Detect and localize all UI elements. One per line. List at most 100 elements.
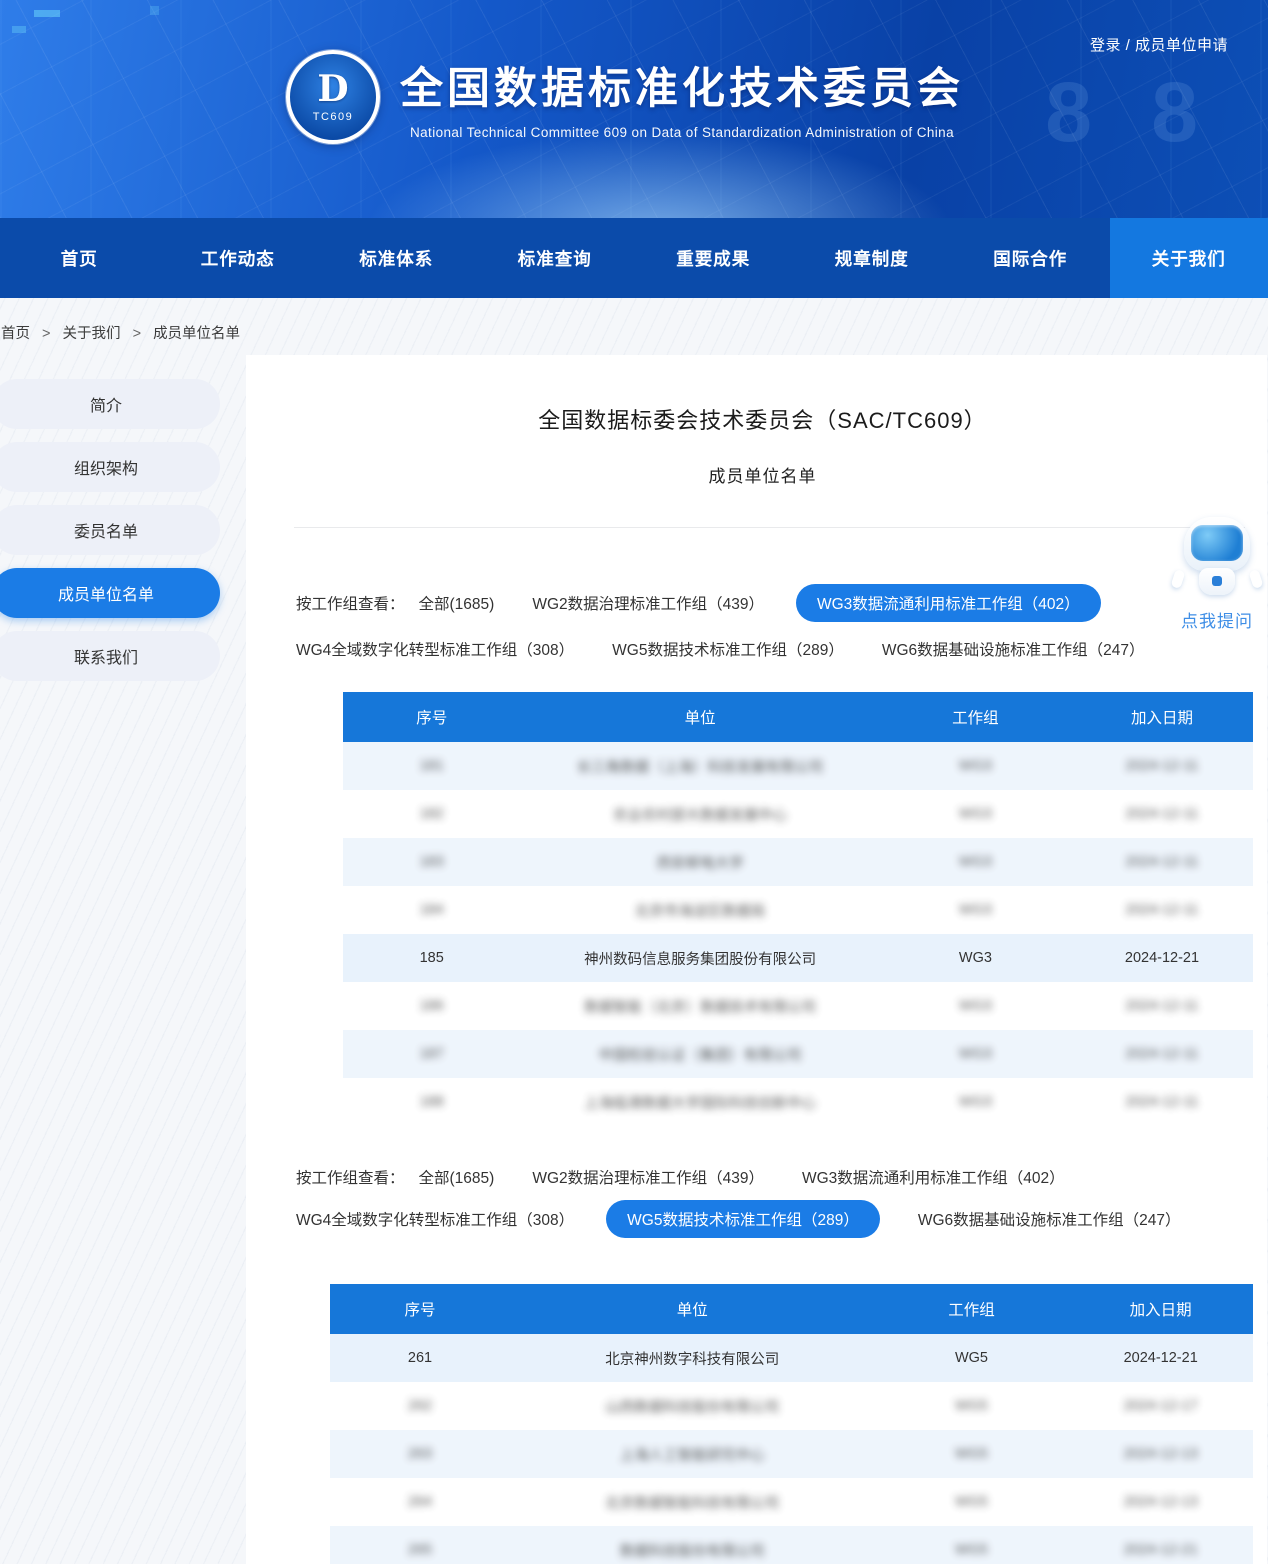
filter-wg3[interactable]: WG3数据流通利用标准工作组（402） — [802, 1166, 1065, 1188]
login-link[interactable]: 登录 / 成员单位申请 — [1090, 34, 1228, 55]
row-date: 2024-12-21 — [1068, 1542, 1253, 1558]
table-row: 181 长三角数据（上海）科技发展有限公司 WG3 2024-12-11 — [343, 742, 1253, 790]
row-date: 2024-12-13 — [1068, 1446, 1253, 1462]
mascot-badge — [1212, 576, 1222, 586]
row-org: 数据科技股份有限公司 — [510, 1540, 875, 1561]
col-workgroup: 工作组 — [875, 1298, 1069, 1320]
nav-item-home[interactable]: 首页 — [0, 218, 159, 298]
col-join-date: 加入日期 — [1071, 706, 1253, 728]
breadcrumb-home[interactable]: 首页 — [1, 326, 30, 342]
nav-item-standard-system[interactable]: 标准体系 — [317, 218, 476, 298]
nav-item-regulations[interactable]: 规章制度 — [793, 218, 952, 298]
filter-wg6[interactable]: WG6数据基础设施标准工作组（247） — [918, 1208, 1181, 1230]
row-org: 上海人工智能研究中心 — [510, 1444, 875, 1465]
row-date: 2024-12-11 — [1071, 854, 1253, 870]
table-header: 序号 单位 工作组 加入日期 — [343, 692, 1253, 742]
row-date: 2024-12-11 — [1071, 1094, 1253, 1110]
filter-wg3-active[interactable]: WG3数据流通利用标准工作组（402） — [796, 584, 1101, 622]
row-org: 西安邮电大学 — [520, 852, 879, 873]
row-date: 2024-12-17 — [1068, 1398, 1253, 1414]
row-date: 2024-12-11 — [1071, 998, 1253, 1014]
filter-group-label: 按工作组查看： — [296, 1166, 405, 1188]
assistant-label[interactable]: 点我提问 — [1175, 607, 1259, 632]
row-date: 2024-12-11 — [1071, 902, 1253, 918]
table-row: 263 上海人工智能研究中心 WG5 2024-12-13 — [330, 1430, 1253, 1478]
row-date: 2024-12-11 — [1071, 806, 1253, 822]
filter-bar-wg5: 按工作组查看： 全部(1685) WG2数据治理标准工作组（439） WG3数据… — [296, 1166, 1253, 1188]
sidebar-item-member-units[interactable]: 成员单位名单 — [0, 568, 220, 618]
filter-wg2[interactable]: WG2数据治理标准工作组（439） — [532, 1166, 764, 1188]
filter-bar-wg5-row2: WG4全域数字化转型标准工作组（308） WG5数据技术标准工作组（289） W… — [296, 1200, 1253, 1238]
site-logo[interactable]: D TC609 — [286, 50, 380, 144]
filter-all[interactable]: 全部(1685) — [419, 1166, 495, 1188]
row-org: 北京数据智能科技有限公司 — [510, 1492, 875, 1513]
member-table-wg3: 序号 单位 工作组 加入日期 181 长三角数据（上海）科技发展有限公司 WG3… — [343, 692, 1253, 1126]
filter-group-label: 按工作组查看： — [296, 592, 405, 614]
nav-item-work-news[interactable]: 工作动态 — [159, 218, 318, 298]
nav-item-about-us[interactable]: 关于我们 — [1110, 218, 1268, 298]
row-date: 2024-12-21 — [1071, 950, 1253, 966]
assistant-widget[interactable]: 点我提问 — [1175, 517, 1259, 632]
row-wg: WG5 — [875, 1494, 1069, 1510]
row-no: 184 — [343, 902, 520, 918]
assistant-mascot-icon[interactable] — [1183, 517, 1251, 595]
breadcrumb-separator: > — [133, 326, 141, 342]
filter-bar-wg3-row2: WG4全域数字化转型标准工作组（308） WG5数据技术标准工作组（289） W… — [296, 638, 1253, 660]
row-no: 183 — [343, 854, 520, 870]
row-wg: WG3 — [880, 758, 1071, 774]
row-wg: WG3 — [880, 806, 1071, 822]
col-organization: 单位 — [520, 706, 879, 728]
nav-item-standard-search[interactable]: 标准查询 — [476, 218, 635, 298]
filter-wg4[interactable]: WG4全域数字化转型标准工作组（308） — [296, 1208, 574, 1230]
filter-wg5[interactable]: WG5数据技术标准工作组（289） — [612, 638, 844, 660]
col-serial: 序号 — [330, 1298, 510, 1320]
breadcrumb-current: 成员单位名单 — [153, 326, 240, 342]
col-workgroup: 工作组 — [880, 706, 1071, 728]
logo-code: TC609 — [313, 111, 354, 123]
table-row: 186 数据智能（北京）数据技术有限公司 WG3 2024-12-11 — [343, 982, 1253, 1030]
table-row: 262 山西数据科技股份有限公司 WG5 2024-12-17 — [330, 1382, 1253, 1430]
sidebar-item-org-structure[interactable]: 组织架构 — [0, 442, 220, 492]
table-row: 188 上海临港数据大学国际科技创新中心 WG3 2024-12-11 — [343, 1078, 1253, 1126]
sidebar-item-committee-members[interactable]: 委员名单 — [0, 505, 220, 555]
filter-wg2[interactable]: WG2数据治理标准工作组（439） — [532, 592, 764, 614]
sidebar-item-contact-us[interactable]: 联系我们 — [0, 631, 220, 681]
row-wg: WG3 — [880, 1046, 1071, 1062]
row-date: 2024-12-21 — [1068, 1350, 1253, 1366]
nav-item-achievements[interactable]: 重要成果 — [634, 218, 793, 298]
row-no: 265 — [330, 1542, 510, 1558]
col-organization: 单位 — [510, 1298, 875, 1320]
nav-item-international[interactable]: 国际合作 — [951, 218, 1110, 298]
row-wg: WG3 — [880, 950, 1071, 966]
site-banner: 8 8 登录 / 成员单位申请 D TC609 全国数据标准化技术委员会 Nat… — [0, 0, 1268, 218]
row-wg: WG5 — [875, 1542, 1069, 1558]
row-no: 263 — [330, 1446, 510, 1462]
logo-letter: D — [317, 71, 348, 107]
row-org: 农业农村部大数据发展中心 — [520, 804, 879, 825]
sidebar: 简介 组织架构 委员名单 成员单位名单 联系我们 — [0, 355, 222, 694]
member-table-wg5: 序号 单位 工作组 加入日期 261 北京神州数字科技有限公司 WG5 2024… — [330, 1284, 1253, 1564]
divider — [294, 527, 1245, 528]
row-org: 长三角数据（上海）科技发展有限公司 — [520, 756, 879, 777]
mascot-face — [1191, 525, 1243, 561]
filter-wg4[interactable]: WG4全域数字化转型标准工作组（308） — [296, 638, 574, 660]
row-wg: WG5 — [875, 1446, 1069, 1462]
page-subtitle: 成员单位名单 — [272, 462, 1253, 487]
row-wg: WG5 — [875, 1350, 1069, 1366]
breadcrumb-about-us[interactable]: 关于我们 — [63, 326, 121, 342]
filter-bar-wg3: 按工作组查看： 全部(1685) WG2数据治理标准工作组（439） WG3数据… — [296, 584, 1253, 622]
table-row: 183 西安邮电大学 WG3 2024-12-11 — [343, 838, 1253, 886]
table-row: 182 农业农村部大数据发展中心 WG3 2024-12-11 — [343, 790, 1253, 838]
sidebar-item-intro[interactable]: 简介 — [0, 379, 220, 429]
filter-all[interactable]: 全部(1685) — [419, 592, 495, 614]
row-wg: WG3 — [880, 854, 1071, 870]
site-title-english: National Technical Committee 609 on Data… — [400, 125, 964, 140]
row-no: 262 — [330, 1398, 510, 1414]
mascot-arm — [1248, 569, 1263, 589]
row-no: 181 — [343, 758, 520, 774]
row-org: 北京神州数字科技有限公司 — [510, 1348, 875, 1369]
filter-wg5-active[interactable]: WG5数据技术标准工作组（289） — [606, 1200, 880, 1238]
filter-wg6[interactable]: WG6数据基础设施标准工作组（247） — [882, 638, 1145, 660]
row-date: 2024-12-13 — [1068, 1494, 1253, 1510]
table-row-highlighted: 261 北京神州数字科技有限公司 WG5 2024-12-21 — [330, 1334, 1253, 1382]
